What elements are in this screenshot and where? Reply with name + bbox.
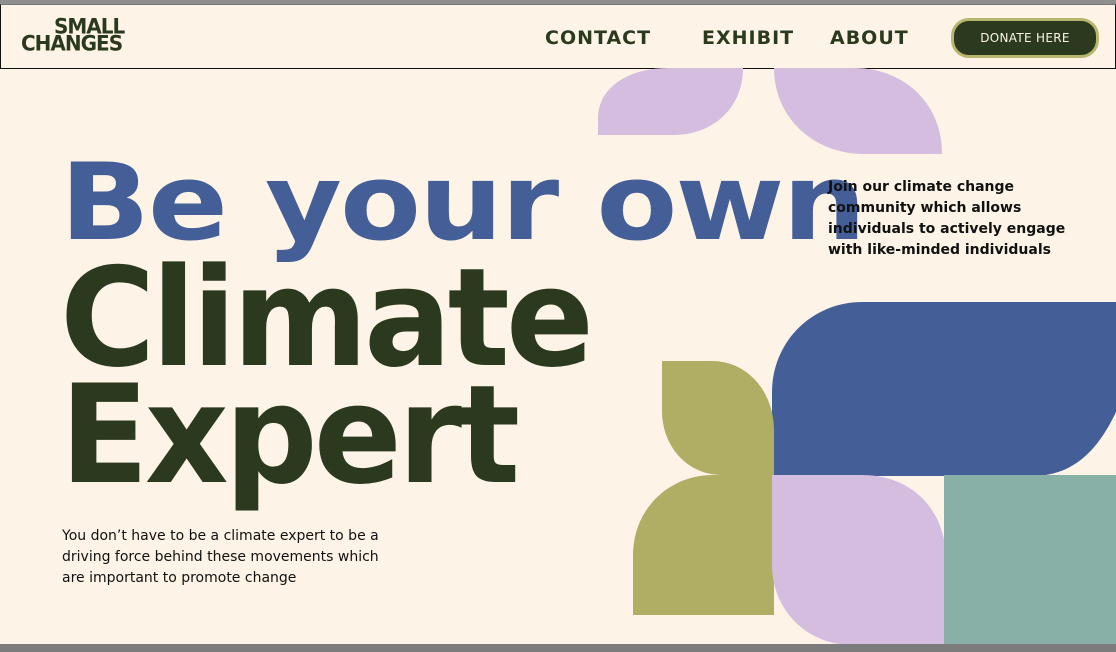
- donate-button[interactable]: DONATE HERE: [951, 18, 1099, 58]
- community-intro-text: Join our climate change community which …: [828, 179, 1066, 258]
- olive-leaf-lower-shape: [633, 475, 774, 615]
- olive-leaf-upper-shape: [662, 361, 774, 475]
- nav-contact-link[interactable]: CONTACT: [545, 27, 651, 49]
- logo[interactable]: SMALL CHANGES: [21, 15, 141, 58]
- hero-subtext: You don’t have to be a climate expert to…: [62, 528, 379, 586]
- nav-exhibit-link[interactable]: EXHIBIT: [702, 27, 794, 49]
- teal-square-shape: [944, 475, 1116, 645]
- logo-line-changes: CHANGES: [21, 30, 123, 56]
- nav-about-link[interactable]: ABOUT: [830, 27, 909, 49]
- lavender-leaf-bottom-shape: [772, 475, 946, 645]
- headline-line-3: Expert: [60, 355, 520, 515]
- navbar: SMALL CHANGES CONTACT EXHIBIT ABOUT DONA…: [0, 4, 1116, 69]
- bottom-image-strip: [0, 644, 1116, 652]
- blue-rounded-block-shape: [772, 302, 1116, 476]
- lavender-leaf-left-shape: [598, 68, 743, 135]
